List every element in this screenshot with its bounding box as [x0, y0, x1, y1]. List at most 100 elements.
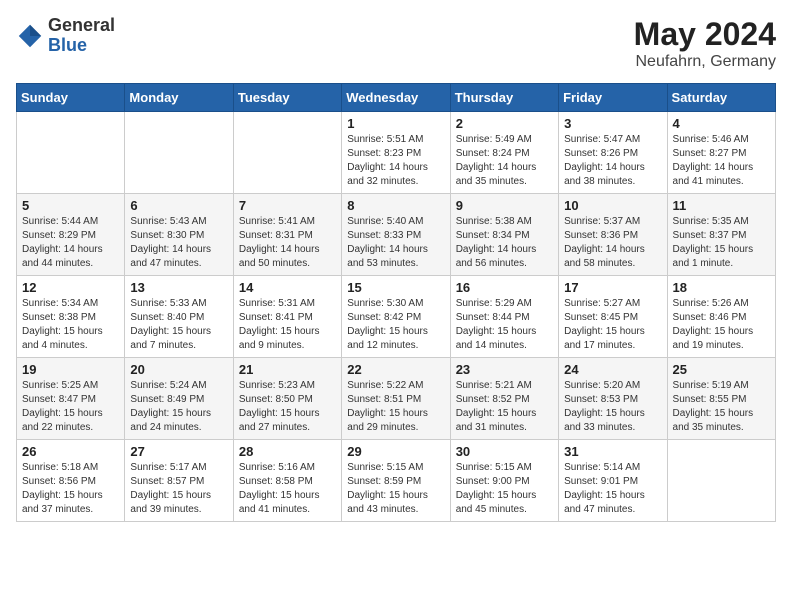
day-cell: 15Sunrise: 5:30 AM Sunset: 8:42 PM Dayli…: [342, 276, 450, 358]
day-info: Sunrise: 5:20 AM Sunset: 8:53 PM Dayligh…: [564, 379, 661, 435]
day-info: Sunrise: 5:24 AM Sunset: 8:49 PM Dayligh…: [130, 379, 227, 435]
day-cell: 26 Sunrise: 5:18 AM Sunset: 8:56 PM Dayli…: [17, 440, 125, 522]
day-number: 7: [239, 198, 336, 213]
logo: General Blue: [16, 16, 115, 56]
title-block: May 2024 Neufahrn, Germany: [634, 16, 776, 71]
day-cell: 25Sunrise: 5:19 AM Sunset: 8:55 PM Dayli…: [667, 358, 775, 440]
day-number: 1: [347, 116, 444, 131]
day-info: Sunrise: 5:23 AM Sunset: 8:50 PM Dayligh…: [239, 379, 336, 435]
weekday-header-monday: Monday: [125, 84, 233, 112]
page-header: General Blue May 2024 Neufahrn, Germany: [16, 16, 776, 71]
day-cell: 22 Sunrise: 5:22 AM Sunset: 8:51 PM Dayli…: [342, 358, 450, 440]
day-info: Sunrise: 5:26 AM Sunset: 8:46 PM Dayligh…: [673, 297, 770, 353]
weekday-header-friday: Friday: [559, 84, 667, 112]
day-number: 12: [22, 280, 119, 295]
day-info: Sunrise: 5:37 AM Sunset: 8:36 PM Dayligh…: [564, 215, 661, 271]
day-cell: 24 Sunrise: 5:20 AM Sunset: 8:53 PM Dayli…: [559, 358, 667, 440]
weekday-header-tuesday: Tuesday: [233, 84, 341, 112]
day-cell: 2 Sunrise: 5:49 AM Sunset: 8:24 PM Daylig…: [450, 112, 558, 194]
day-cell: 28Sunrise: 5:16 AM Sunset: 8:58 PM Dayli…: [233, 440, 341, 522]
day-info: Sunrise: 5:22 AM Sunset: 8:51 PM Dayligh…: [347, 379, 444, 435]
day-number: 15: [347, 280, 444, 295]
day-cell: 20Sunrise: 5:24 AM Sunset: 8:49 PM Dayli…: [125, 358, 233, 440]
day-cell: [17, 112, 125, 194]
day-info: Sunrise: 5:33 AM Sunset: 8:40 PM Dayligh…: [130, 297, 227, 353]
day-number: 21: [239, 362, 336, 377]
day-cell: [233, 112, 341, 194]
logo-icon: [16, 22, 44, 50]
day-number: 22: [347, 362, 444, 377]
day-number: 30: [456, 444, 553, 459]
day-number: 24: [564, 362, 661, 377]
day-number: 13: [130, 280, 227, 295]
weekday-header-sunday: Sunday: [17, 84, 125, 112]
week-row-2: 5Sunrise: 5:44 AM Sunset: 8:29 PM Daylig…: [17, 194, 776, 276]
day-info: Sunrise: 5:27 AM Sunset: 8:45 PM Dayligh…: [564, 297, 661, 353]
day-cell: 16Sunrise: 5:29 AM Sunset: 8:44 PM Dayli…: [450, 276, 558, 358]
weekday-header-wednesday: Wednesday: [342, 84, 450, 112]
day-info: Sunrise: 5:14 AM Sunset: 9:01 PM Dayligh…: [564, 461, 661, 517]
day-number: 27: [130, 444, 227, 459]
day-info: Sunrise: 5:46 AM Sunset: 8:27 PM Dayligh…: [673, 133, 770, 189]
day-number: 14: [239, 280, 336, 295]
day-number: 4: [673, 116, 770, 131]
week-row-1: 1 Sunrise: 5:51 AM Sunset: 8:23 PM Daylig…: [17, 112, 776, 194]
logo-blue: Blue: [48, 36, 115, 56]
day-info: Sunrise: 5:38 AM Sunset: 8:34 PM Dayligh…: [456, 215, 553, 271]
day-number: 18: [673, 280, 770, 295]
day-info: Sunrise: 5:15 AM Sunset: 8:59 PM Dayligh…: [347, 461, 444, 517]
day-number: 3: [564, 116, 661, 131]
day-info: Sunrise: 5:49 AM Sunset: 8:24 PM Dayligh…: [456, 133, 553, 189]
week-row-4: 19 Sunrise: 5:25 AM Sunset: 8:47 PM Dayli…: [17, 358, 776, 440]
day-number: 16: [456, 280, 553, 295]
day-cell: 9 Sunrise: 5:38 AM Sunset: 8:34 PM Daylig…: [450, 194, 558, 276]
day-info: Sunrise: 5:18 AM Sunset: 8:56 PM Dayligh…: [22, 461, 119, 517]
day-cell: 14 Sunrise: 5:31 AM Sunset: 8:41 PM Dayli…: [233, 276, 341, 358]
day-cell: 6 Sunrise: 5:43 AM Sunset: 8:30 PM Daylig…: [125, 194, 233, 276]
day-number: 28: [239, 444, 336, 459]
day-info: Sunrise: 5:43 AM Sunset: 8:30 PM Dayligh…: [130, 215, 227, 271]
day-cell: 8 Sunrise: 5:40 AM Sunset: 8:33 PM Daylig…: [342, 194, 450, 276]
day-info: Sunrise: 5:40 AM Sunset: 8:33 PM Dayligh…: [347, 215, 444, 271]
day-cell: 4 Sunrise: 5:46 AM Sunset: 8:27 PM Daylig…: [667, 112, 775, 194]
day-cell: 19 Sunrise: 5:25 AM Sunset: 8:47 PM Dayli…: [17, 358, 125, 440]
day-info: Sunrise: 5:35 AM Sunset: 8:37 PM Dayligh…: [673, 215, 770, 271]
day-info: Sunrise: 5:51 AM Sunset: 8:23 PM Dayligh…: [347, 133, 444, 189]
day-cell: 1 Sunrise: 5:51 AM Sunset: 8:23 PM Daylig…: [342, 112, 450, 194]
day-info: Sunrise: 5:31 AM Sunset: 8:41 PM Dayligh…: [239, 297, 336, 353]
day-number: 6: [130, 198, 227, 213]
day-info: Sunrise: 5:17 AM Sunset: 8:57 PM Dayligh…: [130, 461, 227, 517]
day-cell: 3 Sunrise: 5:47 AM Sunset: 8:26 PM Daylig…: [559, 112, 667, 194]
weekday-header-row: SundayMondayTuesdayWednesdayThursdayFrid…: [17, 84, 776, 112]
title-location: Neufahrn, Germany: [634, 53, 776, 71]
day-number: 19: [22, 362, 119, 377]
day-number: 31: [564, 444, 661, 459]
day-cell: 29 Sunrise: 5:15 AM Sunset: 8:59 PM Dayli…: [342, 440, 450, 522]
calendar-table: SundayMondayTuesdayWednesdayThursdayFrid…: [16, 83, 776, 522]
day-cell: 18 Sunrise: 5:26 AM Sunset: 8:46 PM Dayli…: [667, 276, 775, 358]
day-cell: 7Sunrise: 5:41 AM Sunset: 8:31 PM Daylig…: [233, 194, 341, 276]
day-info: Sunrise: 5:25 AM Sunset: 8:47 PM Dayligh…: [22, 379, 119, 435]
day-info: Sunrise: 5:21 AM Sunset: 8:52 PM Dayligh…: [456, 379, 553, 435]
day-cell: 12Sunrise: 5:34 AM Sunset: 8:38 PM Dayli…: [17, 276, 125, 358]
day-number: 10: [564, 198, 661, 213]
week-row-3: 12Sunrise: 5:34 AM Sunset: 8:38 PM Dayli…: [17, 276, 776, 358]
day-cell: 11Sunrise: 5:35 AM Sunset: 8:37 PM Dayli…: [667, 194, 775, 276]
day-info: Sunrise: 5:19 AM Sunset: 8:55 PM Dayligh…: [673, 379, 770, 435]
day-number: 26: [22, 444, 119, 459]
day-cell: 21 Sunrise: 5:23 AM Sunset: 8:50 PM Dayli…: [233, 358, 341, 440]
day-cell: 10 Sunrise: 5:37 AM Sunset: 8:36 PM Dayli…: [559, 194, 667, 276]
day-info: Sunrise: 5:15 AM Sunset: 9:00 PM Dayligh…: [456, 461, 553, 517]
day-cell: 5Sunrise: 5:44 AM Sunset: 8:29 PM Daylig…: [17, 194, 125, 276]
day-cell: 30 Sunrise: 5:15 AM Sunset: 9:00 PM Dayli…: [450, 440, 558, 522]
day-number: 17: [564, 280, 661, 295]
day-cell: 27 Sunrise: 5:17 AM Sunset: 8:57 PM Dayli…: [125, 440, 233, 522]
title-month: May 2024: [634, 16, 776, 53]
day-number: 23: [456, 362, 553, 377]
day-number: 2: [456, 116, 553, 131]
weekday-header-saturday: Saturday: [667, 84, 775, 112]
day-number: 29: [347, 444, 444, 459]
day-number: 8: [347, 198, 444, 213]
day-info: Sunrise: 5:47 AM Sunset: 8:26 PM Dayligh…: [564, 133, 661, 189]
day-number: 9: [456, 198, 553, 213]
